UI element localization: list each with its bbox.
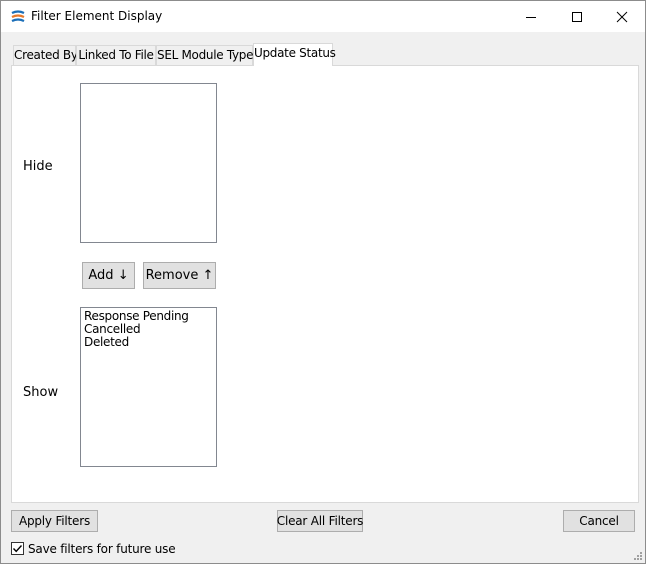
minimize-button[interactable]: [508, 1, 554, 32]
tab-panel-update-status: Hide Add ↓ Remove ↑ Show Response Pendin…: [11, 65, 639, 503]
tab-linked-to-file[interactable]: Linked To File: [76, 45, 156, 65]
tab-sel-module-type[interactable]: SEL Module Type: [156, 45, 254, 65]
hide-listbox[interactable]: [80, 83, 217, 243]
save-filters-option[interactable]: Save filters for future use: [11, 541, 176, 556]
close-icon: [616, 11, 628, 22]
minimize-icon: [526, 16, 536, 18]
title-bar[interactable]: Filter Element Display: [1, 1, 645, 32]
close-button[interactable]: [599, 1, 645, 32]
cancel-button[interactable]: Cancel: [563, 510, 635, 532]
checkmark-icon: [12, 545, 23, 553]
maximize-button[interactable]: [554, 1, 600, 32]
show-listbox[interactable]: Response Pending Cancelled Deleted: [80, 307, 217, 467]
show-label: Show: [23, 385, 59, 400]
remove-button[interactable]: Remove ↑: [143, 262, 216, 289]
tab-created-by[interactable]: Created By: [13, 45, 78, 65]
hide-label: Hide: [23, 159, 53, 174]
window-title: Filter Element Display: [31, 9, 163, 23]
clear-all-filters-button[interactable]: Clear All Filters: [277, 510, 363, 532]
save-filters-label: Save filters for future use: [28, 541, 176, 556]
resize-grip-icon[interactable]: [633, 551, 643, 561]
save-filters-checkbox[interactable]: [11, 542, 24, 555]
filter-dialog: Filter Element Display Created By Linked…: [0, 0, 646, 564]
add-button[interactable]: Add ↓: [82, 262, 135, 289]
apply-filters-button[interactable]: Apply Filters: [11, 510, 98, 532]
tab-update-status[interactable]: Update Status: [253, 43, 336, 66]
list-item[interactable]: Deleted: [81, 336, 216, 349]
maximize-icon: [572, 11, 582, 22]
app-logo-icon: [10, 9, 26, 25]
